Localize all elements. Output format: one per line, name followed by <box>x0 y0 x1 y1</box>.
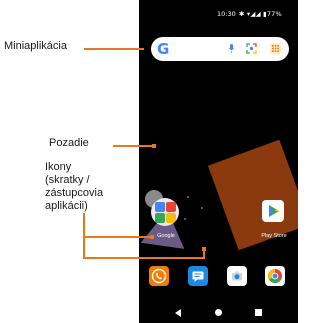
google-folder-icon[interactable] <box>151 198 179 226</box>
status-bar: 10:30 ✱ ▾◢◢ ▮77% <box>139 10 298 20</box>
play-store-icon[interactable] <box>262 200 284 222</box>
icons-leader-upper-dot <box>150 235 154 239</box>
callout-icons-label-line-3: zástupcovia <box>45 187 104 199</box>
nav-recents-icon[interactable] <box>255 309 262 316</box>
phone-handset-icon <box>151 268 167 284</box>
widget-leader-line <box>84 48 144 50</box>
nav-back-icon[interactable] <box>175 309 181 317</box>
callout-wallpaper-label: Pozadie <box>49 137 89 149</box>
folder-app-icon <box>155 213 165 223</box>
callout-icons-label-line-1: Ikony <box>45 161 72 173</box>
phone-screen: 10:30 ✱ ▾◢◢ ▮77% G Google Play Store <box>139 0 298 323</box>
wallpaper-leader-dot <box>152 144 156 148</box>
folder-app-icon <box>166 213 176 223</box>
microphone-icon[interactable] <box>229 44 234 53</box>
phone-app-icon[interactable] <box>149 266 169 286</box>
status-time: 10:30 <box>217 10 236 18</box>
play-store-label: Play Store <box>261 233 287 239</box>
wallpaper-leader-line <box>113 145 153 147</box>
callout-icons-label-line-2: (skratky / <box>45 174 90 186</box>
chrome-icon <box>268 269 282 283</box>
icons-leader-upper <box>83 236 151 238</box>
callout-icons-label-line-4: aplikácii) <box>45 200 88 212</box>
camera-icon <box>232 271 242 281</box>
apps-grid-icon[interactable] <box>270 43 281 54</box>
google-search-widget[interactable]: G <box>151 37 289 61</box>
chrome-app-icon[interactable] <box>265 266 285 286</box>
folder-app-icon <box>155 202 165 212</box>
status-icons: ✱ ▾◢◢ ▮77% <box>239 10 282 18</box>
google-logo-icon: G <box>157 40 170 58</box>
message-bubble-icon <box>192 271 204 282</box>
wallpaper-dot <box>187 196 189 198</box>
messages-app-icon[interactable] <box>188 266 208 286</box>
play-triangle-icon <box>269 205 279 217</box>
camera-app-icon[interactable] <box>227 266 247 286</box>
callout-widget-label: Miniaplikácia <box>4 40 67 52</box>
icons-leader-lower-dot <box>202 247 206 251</box>
lens-icon[interactable] <box>246 43 257 54</box>
wallpaper-dot <box>201 207 203 209</box>
folder-app-icon <box>166 202 176 212</box>
nav-home-icon[interactable] <box>215 309 222 316</box>
icons-leader-lower <box>83 257 203 259</box>
